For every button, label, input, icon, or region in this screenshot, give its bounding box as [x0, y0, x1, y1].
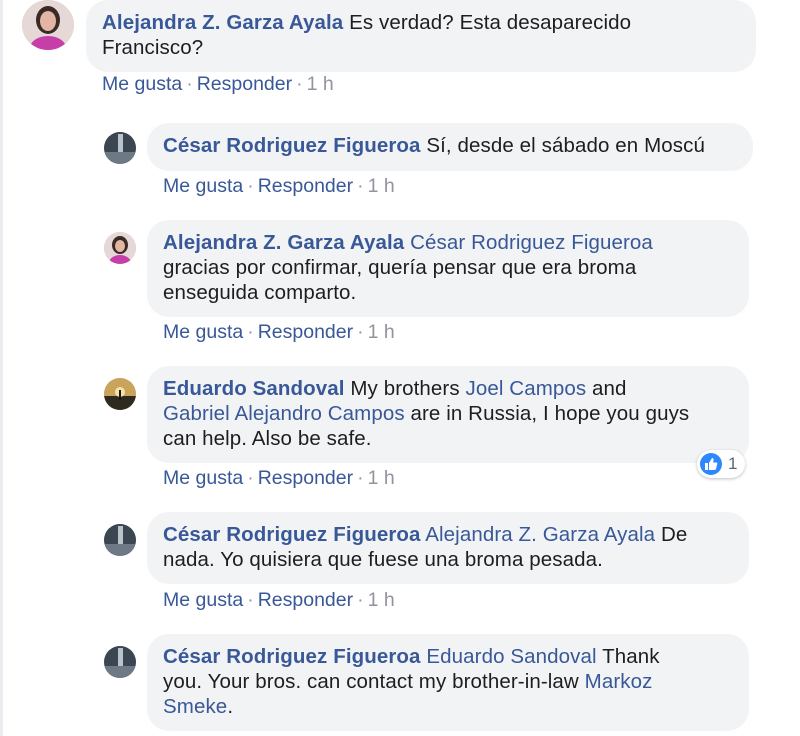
comment-text: Es verdad? Esta desaparecido	[349, 11, 632, 34]
mention-link[interactable]: Joel Campos	[466, 377, 587, 400]
comment-author[interactable]: Alejandra Z. Garza Ayala	[102, 11, 343, 34]
reaction-summary[interactable]: 1	[697, 450, 746, 478]
avatar-photo	[22, 0, 74, 50]
comment-bubble: Eduardo Sandoval My brothers Joel Campos…	[147, 366, 749, 463]
mention-link[interactable]: Markoz	[585, 670, 653, 693]
avatar[interactable]	[104, 232, 136, 264]
comment-text: enseguida comparto.	[163, 281, 357, 304]
separator: ·	[357, 175, 364, 197]
comment-bubble: César Rodriguez Figueroa Alejandra Z. Ga…	[147, 512, 749, 584]
separator: ·	[357, 589, 364, 611]
like-link[interactable]: Me gusta	[163, 589, 243, 611]
comment-text: nada. Yo quisiera que fuese una broma pe…	[163, 548, 603, 571]
comment-bubble: Alejandra Z. Garza Ayala César Rodriguez…	[147, 220, 749, 317]
reply-link[interactable]: Responder	[197, 73, 292, 95]
comment-text: and	[592, 377, 627, 400]
comment-actions: Me gusta · Responder · 1 h	[163, 589, 395, 612]
separator: ·	[247, 175, 254, 197]
avatar-photo	[104, 232, 136, 264]
comment-text: can help. Also be safe.	[163, 427, 372, 450]
separator: ·	[296, 73, 303, 95]
comment-actions: Me gusta · Responder · 1 h	[163, 321, 395, 344]
mention-link[interactable]: Alejandra Z. Garza Ayala	[425, 523, 655, 546]
reply-link[interactable]: Responder	[258, 175, 353, 197]
comment-actions: Me gusta · Responder · 1 h	[163, 467, 395, 490]
comment-author[interactable]: Alejandra Z. Garza Ayala	[163, 231, 404, 254]
comment-actions: Me gusta · Responder · 1 h	[163, 175, 395, 198]
thread-rule	[0, 0, 3, 736]
mention-link[interactable]: Gabriel Alejandro Campos	[163, 402, 405, 425]
separator: ·	[247, 589, 254, 611]
avatar-photo	[104, 646, 136, 678]
like-link[interactable]: Me gusta	[163, 321, 243, 343]
mention-link[interactable]: Smeke	[163, 695, 227, 718]
separator: ·	[357, 467, 364, 489]
avatar[interactable]	[104, 524, 136, 556]
mention-link[interactable]: Eduardo Sandoval	[426, 645, 596, 668]
reply-link[interactable]: Responder	[258, 321, 353, 343]
comment-text: Sí, desde el sábado en Moscú	[426, 134, 705, 157]
avatar-photo	[104, 378, 136, 410]
timestamp[interactable]: 1 h	[368, 589, 395, 611]
reaction-count: 1	[728, 454, 738, 473]
timestamp[interactable]: 1 h	[368, 467, 395, 489]
avatar-photo	[104, 132, 136, 164]
avatar[interactable]	[104, 132, 136, 164]
comment-text: .	[227, 695, 234, 718]
comment-bubble: Alejandra Z. Garza Ayala Es verdad? Esta…	[86, 0, 756, 72]
timestamp[interactable]: 1 h	[368, 321, 395, 343]
comment-actions: Me gusta · Responder · 1 h	[102, 73, 334, 96]
avatar[interactable]	[104, 646, 136, 678]
thumbs-up-icon	[705, 458, 718, 470]
separator: ·	[357, 321, 364, 343]
reply-link[interactable]: Responder	[258, 467, 353, 489]
comment-author[interactable]: César Rodriguez Figueroa	[163, 134, 421, 157]
comment-text: Francisco?	[102, 36, 204, 59]
timestamp[interactable]: 1 h	[307, 73, 334, 95]
avatar[interactable]	[104, 378, 136, 410]
comment-text: you. Your bros. can contact my brother-i…	[163, 670, 579, 693]
separator: ·	[247, 321, 254, 343]
comment-bubble: César Rodriguez Figueroa Eduardo Sandova…	[147, 634, 749, 731]
comment-text: De	[660, 523, 688, 546]
comment-text: are in Russia, I hope you guys	[410, 402, 690, 425]
comment-text: Thank	[602, 645, 660, 668]
comment-author[interactable]: César Rodriguez Figueroa	[163, 645, 421, 668]
avatar[interactable]	[22, 0, 74, 50]
separator: ·	[247, 467, 254, 489]
comment-author[interactable]: Eduardo Sandoval	[163, 377, 345, 400]
avatar-photo	[104, 524, 136, 556]
comment-text: My brothers	[350, 377, 460, 400]
like-link[interactable]: Me gusta	[163, 175, 243, 197]
like-link[interactable]: Me gusta	[163, 467, 243, 489]
mention-link[interactable]: César Rodriguez Figueroa	[410, 231, 653, 254]
comment-author[interactable]: César Rodriguez Figueroa	[163, 523, 421, 546]
comment-text: gracias por confirmar, quería pensar que…	[163, 256, 637, 279]
separator: ·	[186, 73, 193, 95]
timestamp[interactable]: 1 h	[368, 175, 395, 197]
like-link[interactable]: Me gusta	[102, 73, 182, 95]
comment-bubble: César Rodriguez Figueroa Sí, desde el sá…	[147, 123, 753, 171]
reply-link[interactable]: Responder	[258, 589, 353, 611]
like-icon	[700, 453, 722, 475]
